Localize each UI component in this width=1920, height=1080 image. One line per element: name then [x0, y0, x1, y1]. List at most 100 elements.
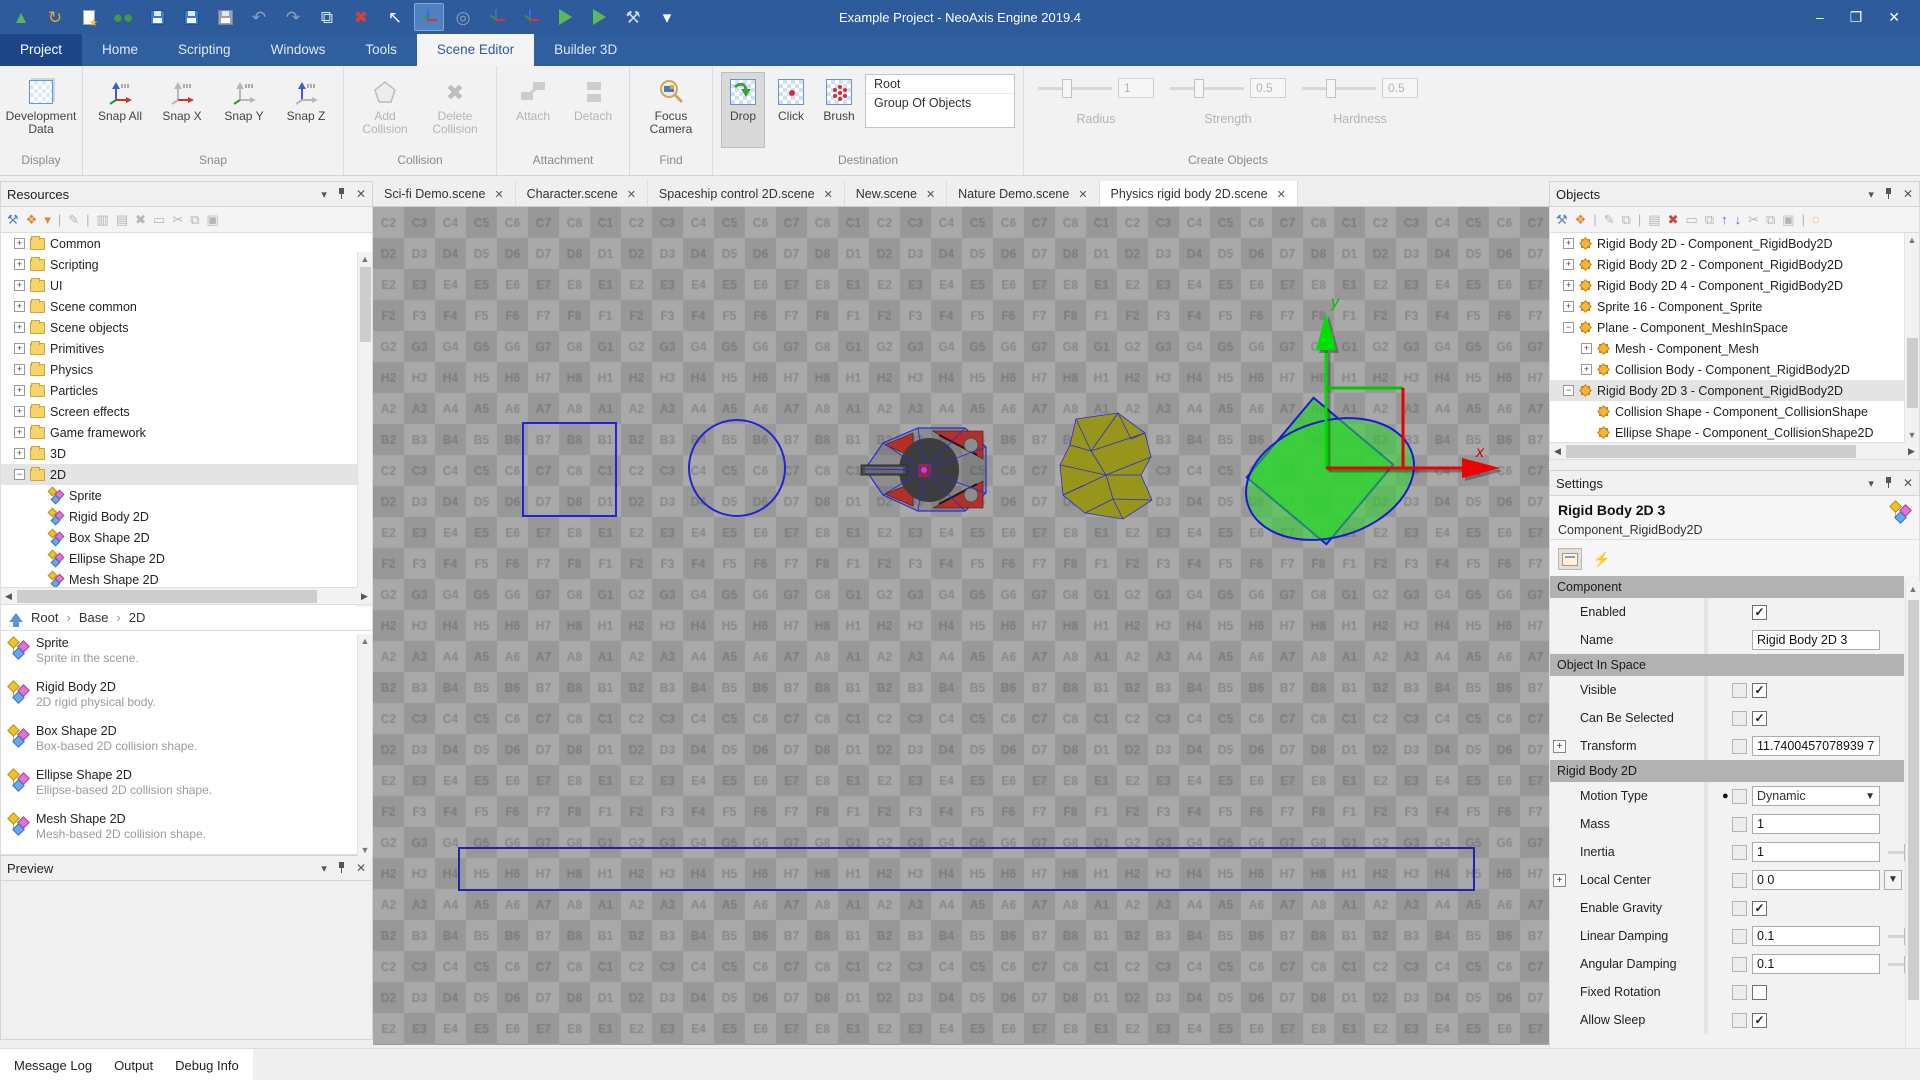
toolbar-icon[interactable]: ▤ [1648, 212, 1660, 228]
tree-row[interactable]: Screen effects [1, 401, 372, 422]
toolbar-icon[interactable]: ✖ [1668, 212, 1679, 228]
property-slider[interactable] [1888, 963, 1904, 966]
property-input[interactable] [1752, 736, 1880, 756]
destination-list[interactable]: Root Group Of Objects [865, 74, 1015, 128]
scale-tool-icon[interactable] [482, 3, 512, 31]
expand-icon[interactable] [1581, 343, 1592, 354]
slider-thumb[interactable] [1326, 79, 1336, 98]
tree-row[interactable]: Rigid Body 2D 2 - Component_RigidBody2D [1550, 254, 1919, 275]
default-value-box[interactable] [1732, 957, 1747, 972]
tree-row[interactable]: Common [1, 233, 372, 254]
expand-icon[interactable] [14, 406, 25, 417]
tree-row[interactable]: Collision Body - Component_RigidBody2D [1550, 359, 1919, 380]
restore-button[interactable]: ❐ [1850, 9, 1863, 26]
scene-tab[interactable]: Nature Demo.scene [947, 181, 1099, 206]
tree-row[interactable]: Rigid Body 2D - Component_RigidBody2D [1550, 233, 1919, 254]
close-tab-icon[interactable] [926, 187, 935, 201]
new-resource-icon[interactable] [74, 3, 104, 31]
toolbar-icon[interactable]: ⧉ [1622, 212, 1631, 228]
pin-icon[interactable] [1884, 476, 1893, 491]
toolbar-icon[interactable]: | [86, 212, 89, 227]
close-icon[interactable] [1903, 476, 1913, 490]
tree-row[interactable]: Rigid Body 2D 3 - Component_RigidBody2D [1550, 380, 1919, 401]
scene-tab[interactable]: Sci-fi Demo.scene [373, 181, 516, 206]
default-value-box[interactable] [1732, 901, 1747, 916]
property-checkbox[interactable]: ✓ [1752, 683, 1767, 698]
toolbar-icon[interactable]: ◌ [1812, 212, 1820, 227]
delete-icon[interactable]: ✖ [346, 3, 376, 31]
tools-icon[interactable]: ⚒ [618, 3, 648, 31]
default-value-box[interactable] [1732, 683, 1747, 698]
ribbon-tab[interactable]: Windows [251, 34, 346, 66]
navigate-up-icon[interactable] [9, 613, 23, 622]
delete-collision-button[interactable]: ✖ Delete Collision [422, 72, 488, 148]
resource-list-item[interactable]: SpriteSprite in the scene. [1, 631, 372, 675]
default-value-box[interactable] [1732, 845, 1747, 860]
development-data-button[interactable]: Development Data [8, 72, 74, 148]
default-value-box[interactable] [1732, 739, 1747, 754]
expand-icon[interactable] [14, 427, 25, 438]
settings-scrollbar[interactable]: ▲ ▼ [1905, 582, 1920, 1080]
slider-value[interactable]: 0.5 [1382, 78, 1418, 98]
default-value-box[interactable] [1732, 1013, 1747, 1028]
expand-property-icon[interactable]: + [1553, 874, 1566, 887]
close-tab-icon[interactable] [1277, 187, 1286, 201]
mesh-shape-object[interactable] [1060, 413, 1152, 519]
snap-y-button[interactable]: Snap Y [215, 72, 273, 148]
tree-row[interactable]: Mesh Shape 2D [1, 569, 372, 588]
slider-thumb[interactable] [1062, 79, 1072, 98]
toolbar-icon[interactable]: ⧉ [1766, 212, 1775, 228]
collapse-icon[interactable] [14, 469, 25, 480]
close-tab-icon[interactable] [824, 187, 833, 201]
tree-row[interactable]: Game framework [1, 422, 372, 443]
property-input[interactable] [1752, 870, 1880, 890]
scene-tab[interactable]: Physics rigid body 2D.scene [1100, 181, 1298, 206]
property-slider[interactable] [1888, 935, 1904, 938]
property-input[interactable] [1752, 954, 1880, 974]
expand-icon[interactable] [14, 364, 25, 375]
toolbar-icon[interactable]: ▤ [116, 212, 128, 228]
toolbar-icon[interactable]: ❖ [26, 212, 38, 228]
transform-tool-icon[interactable] [516, 3, 546, 31]
drop-button[interactable]: Drop [721, 72, 765, 148]
slider-track[interactable] [1302, 87, 1376, 90]
snap-z-button[interactable]: Snap Z [277, 72, 335, 148]
property-checkbox[interactable] [1752, 985, 1767, 1000]
toolbar-icon[interactable]: | [58, 212, 61, 227]
tree-row[interactable]: Physics [1, 359, 372, 380]
run-icon[interactable] [584, 3, 614, 31]
resources-items-scrollbar[interactable]: ▲ ▼ [357, 634, 372, 858]
tree-row[interactable]: Sprite [1, 485, 372, 506]
expand-icon[interactable] [14, 301, 25, 312]
toolbar-icon[interactable]: ⧉ [1705, 212, 1714, 228]
resource-list-item[interactable]: Mesh Shape 2DMesh-based 2D collision sha… [1, 807, 372, 851]
property-slider[interactable] [1888, 851, 1904, 854]
close-button[interactable]: ✕ [1888, 9, 1900, 26]
scene-tab[interactable]: Spaceship control 2D.scene [648, 181, 845, 206]
expand-icon[interactable] [1563, 259, 1574, 270]
property-checkbox[interactable]: ✓ [1752, 605, 1767, 620]
attach-button[interactable]: Attach [505, 72, 561, 148]
close-icon[interactable] [356, 187, 366, 201]
ribbon-tab[interactable]: Project [0, 34, 82, 66]
destination-option-root[interactable]: Root [866, 75, 1014, 94]
collapse-icon[interactable] [1563, 385, 1574, 396]
property-checkbox[interactable]: ✓ [1752, 901, 1767, 916]
save-as-icon[interactable] [176, 3, 206, 31]
slider-value[interactable]: 0.5 [1250, 78, 1286, 98]
tree-row[interactable]: 2D [1, 464, 372, 485]
panel-menu-icon[interactable] [1868, 477, 1874, 490]
panel-menu-icon[interactable] [321, 862, 327, 875]
toolbar-icon[interactable]: ▣ [1782, 212, 1794, 228]
tree-row[interactable]: Scripting [1, 254, 372, 275]
move-tool-icon[interactable] [414, 3, 444, 31]
tree-row[interactable]: Box Shape 2D [1, 527, 372, 548]
toolbar-icon[interactable]: ✎ [1604, 212, 1615, 228]
default-value-box[interactable] [1732, 817, 1747, 832]
app-logo-icon[interactable]: ▲ [6, 3, 36, 31]
toolbar-icon[interactable]: ▾ [44, 212, 51, 228]
slider-thumb[interactable] [1194, 79, 1204, 98]
property-input[interactable] [1752, 842, 1880, 862]
toolbar-icon[interactable]: ↑ [1721, 212, 1728, 227]
tree-row[interactable]: Scene common [1, 296, 372, 317]
